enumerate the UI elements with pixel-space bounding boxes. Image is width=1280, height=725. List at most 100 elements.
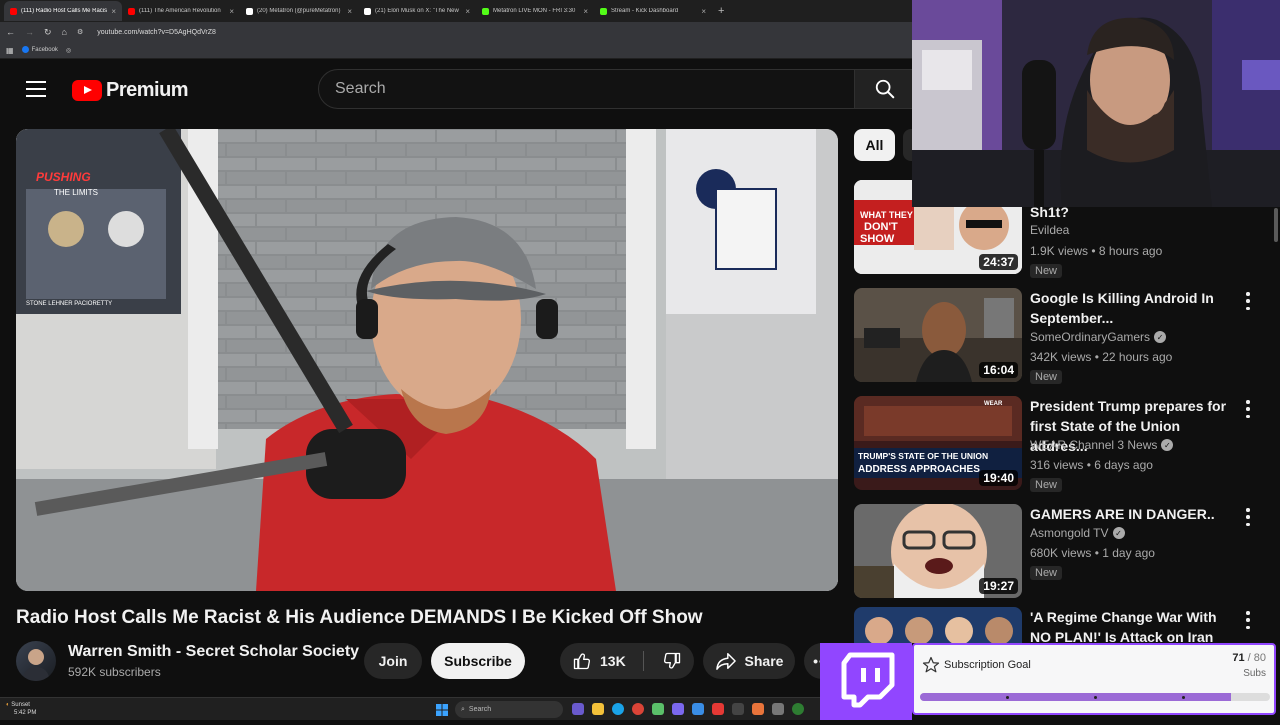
channel-name[interactable]: Warren Smith - Secret Scholar Society	[68, 643, 359, 661]
goal-total: / 80	[1247, 652, 1266, 664]
channel-label: Evildea	[1030, 223, 1070, 237]
dislike-button[interactable]	[652, 643, 692, 679]
tab-close-icon[interactable]: ×	[111, 7, 116, 16]
video-channel[interactable]: WEAR Channel 3 News ✓	[1030, 438, 1174, 452]
tab-close-icon[interactable]: ×	[229, 7, 234, 16]
avatar-image	[22, 649, 50, 681]
svg-text:DON'T: DON'T	[864, 221, 898, 233]
video-title[interactable]: GAMERS ARE IN DANGER..	[1030, 504, 1234, 524]
browser-tab[interactable]: Stream - Kick Dashboard ×	[594, 1, 712, 21]
subscribe-button[interactable]: Subscribe	[431, 643, 525, 679]
thumbs-up-icon	[573, 653, 591, 670]
app-icon[interactable]	[792, 703, 804, 715]
home-icon[interactable]: ⌂	[62, 27, 67, 37]
sidebar-scrollbar[interactable]	[1274, 208, 1278, 242]
taskview-icon[interactable]	[572, 703, 584, 715]
windows-start-icon[interactable]	[436, 703, 448, 721]
more-vert-icon[interactable]	[1242, 611, 1254, 629]
like-divider	[643, 651, 644, 671]
bookmark-label: Facebook	[31, 47, 58, 54]
more-vert-icon[interactable]	[1242, 292, 1254, 310]
video-thumbnail[interactable]: 16:04	[854, 288, 1022, 382]
app-icon[interactable]	[752, 703, 764, 715]
chrome-icon[interactable]	[632, 703, 644, 715]
video-channel[interactable]: SomeOrdinaryGamers ✓	[1030, 330, 1167, 344]
share-button[interactable]: Share	[703, 643, 795, 679]
search-button[interactable]	[855, 69, 915, 109]
apps-icon[interactable]: ▦	[6, 46, 14, 55]
app-icon[interactable]	[692, 703, 704, 715]
video-duration: 16:04	[979, 362, 1018, 378]
reload-icon[interactable]: ↻	[44, 27, 52, 38]
video-title[interactable]: Google Is Killing Android In September..…	[1030, 288, 1234, 328]
tab-close-icon[interactable]: ×	[583, 7, 588, 16]
tab-title: (111) The American Revolution	[139, 8, 221, 14]
channel-label: Asmongold TV	[1030, 526, 1109, 540]
weather-label: Sunset	[11, 702, 30, 708]
browser-tab[interactable]: (111) The American Revolution ×	[122, 1, 240, 21]
more-vert-icon[interactable]	[1242, 508, 1254, 526]
taskbar-search[interactable]: ⌕ Search	[455, 701, 563, 718]
app-icon[interactable]	[672, 703, 684, 715]
channel-label: WEAR Channel 3 News	[1030, 438, 1158, 452]
video-thumbnail[interactable]: 19:27	[854, 504, 1022, 598]
tab-close-icon[interactable]: ×	[701, 7, 706, 16]
browser-tab[interactable]: Metatron LIVE MON - FRI 3:30 ×	[476, 1, 594, 21]
video-channel[interactable]: Evildea	[1030, 223, 1069, 237]
app-icon[interactable]	[652, 703, 664, 715]
verified-icon: ✓	[1112, 527, 1125, 539]
share-icon	[715, 653, 736, 670]
video-meta: 342K views • 22 hours ago	[1030, 350, 1173, 364]
svg-text:TRUMP'S STATE OF THE UNION: TRUMP'S STATE OF THE UNION	[858, 451, 988, 461]
hamburger-menu-icon[interactable]	[26, 81, 46, 99]
tab-title: (111) Radio Host Calls Me Racist	[21, 8, 108, 14]
back-icon[interactable]: ←	[6, 27, 15, 37]
globe-icon[interactable]: ◎	[66, 47, 71, 54]
tab-close-icon[interactable]: ×	[347, 7, 352, 16]
app-icon[interactable]	[772, 703, 784, 715]
search-input[interactable]: Search	[318, 69, 855, 109]
recommendation-item[interactable]: 'A Regime Change War With NO PLAN!' Is A…	[854, 607, 1274, 665]
url-field[interactable]: youtube.com/watch?v=D5AgHQdVrZ8	[97, 29, 216, 36]
browser-tab[interactable]: (111) Radio Host Calls Me Racist ×	[4, 1, 122, 21]
youtube-header: Premium Search	[0, 60, 915, 120]
tab-title: (21) Elon Musk on X: "The New	[375, 8, 459, 14]
subscriber-count: 592K subscribers	[68, 665, 161, 679]
browser-tab[interactable]: (21) Elon Musk on X: "The New ×	[358, 1, 476, 21]
tab-favicon-icon	[246, 7, 253, 15]
weather-widget[interactable]: ◐ Sunset 5:42 PM	[6, 701, 36, 717]
app-icon[interactable]	[732, 703, 744, 715]
tab-favicon-icon	[364, 7, 371, 15]
channel-avatar[interactable]	[16, 641, 56, 681]
edge-icon[interactable]	[612, 703, 624, 715]
site-info-icon[interactable]: ⚙	[77, 28, 83, 36]
recommendation-item[interactable]: 19:27 GAMERS ARE IN DANGER.. Asmongold T…	[854, 504, 1274, 600]
video-meta: 1.9K views • 8 hours ago	[1030, 244, 1163, 258]
tab-close-icon[interactable]: ×	[465, 7, 470, 16]
weather-icon: ◐	[6, 702, 10, 708]
file-explorer-icon[interactable]	[592, 703, 604, 715]
video-channel[interactable]: Asmongold TV ✓	[1030, 526, 1125, 540]
youtube-premium-logo[interactable]: Premium	[72, 79, 189, 102]
chip-all[interactable]: All	[854, 129, 895, 161]
youtube-icon[interactable]	[712, 703, 724, 715]
forward-icon[interactable]: →	[25, 27, 34, 37]
bookmark-facebook[interactable]: Facebook	[21, 46, 58, 54]
recommendation-item[interactable]: TRUMP'S STATE OF THE UNION ADDRESS APPRO…	[854, 396, 1274, 492]
video-thumbnail[interactable]: TRUMP'S STATE OF THE UNION ADDRESS APPRO…	[854, 396, 1022, 490]
star-icon	[922, 656, 940, 673]
tab-title: (20) Metatron (@pureMetatron)	[257, 8, 341, 14]
svg-text:WEAR: WEAR	[984, 401, 1003, 407]
join-button[interactable]: Join	[364, 643, 422, 679]
browser-tab[interactable]: (20) Metatron (@pureMetatron) ×	[240, 1, 358, 21]
clock-time: 5:42 PM	[14, 710, 37, 716]
svg-text:SHOW: SHOW	[860, 233, 895, 245]
windows-taskbar: ◐ Sunset 5:42 PM ⌕ Search	[0, 697, 820, 720]
video-player[interactable]: PUSHING THE LIMITS STONE LEHNER PACIORET…	[16, 129, 838, 591]
more-vert-icon[interactable]	[1242, 400, 1254, 418]
recommendation-item[interactable]: 16:04 Google Is Killing Android In Septe…	[854, 288, 1274, 384]
new-tab-icon[interactable]: +	[718, 5, 724, 17]
taskbar-search-label: Search	[468, 706, 492, 713]
video-thumbnail[interactable]	[854, 607, 1022, 643]
subscription-goal-widget: Subscription Goal 71 / 80 Subs	[912, 643, 1276, 715]
